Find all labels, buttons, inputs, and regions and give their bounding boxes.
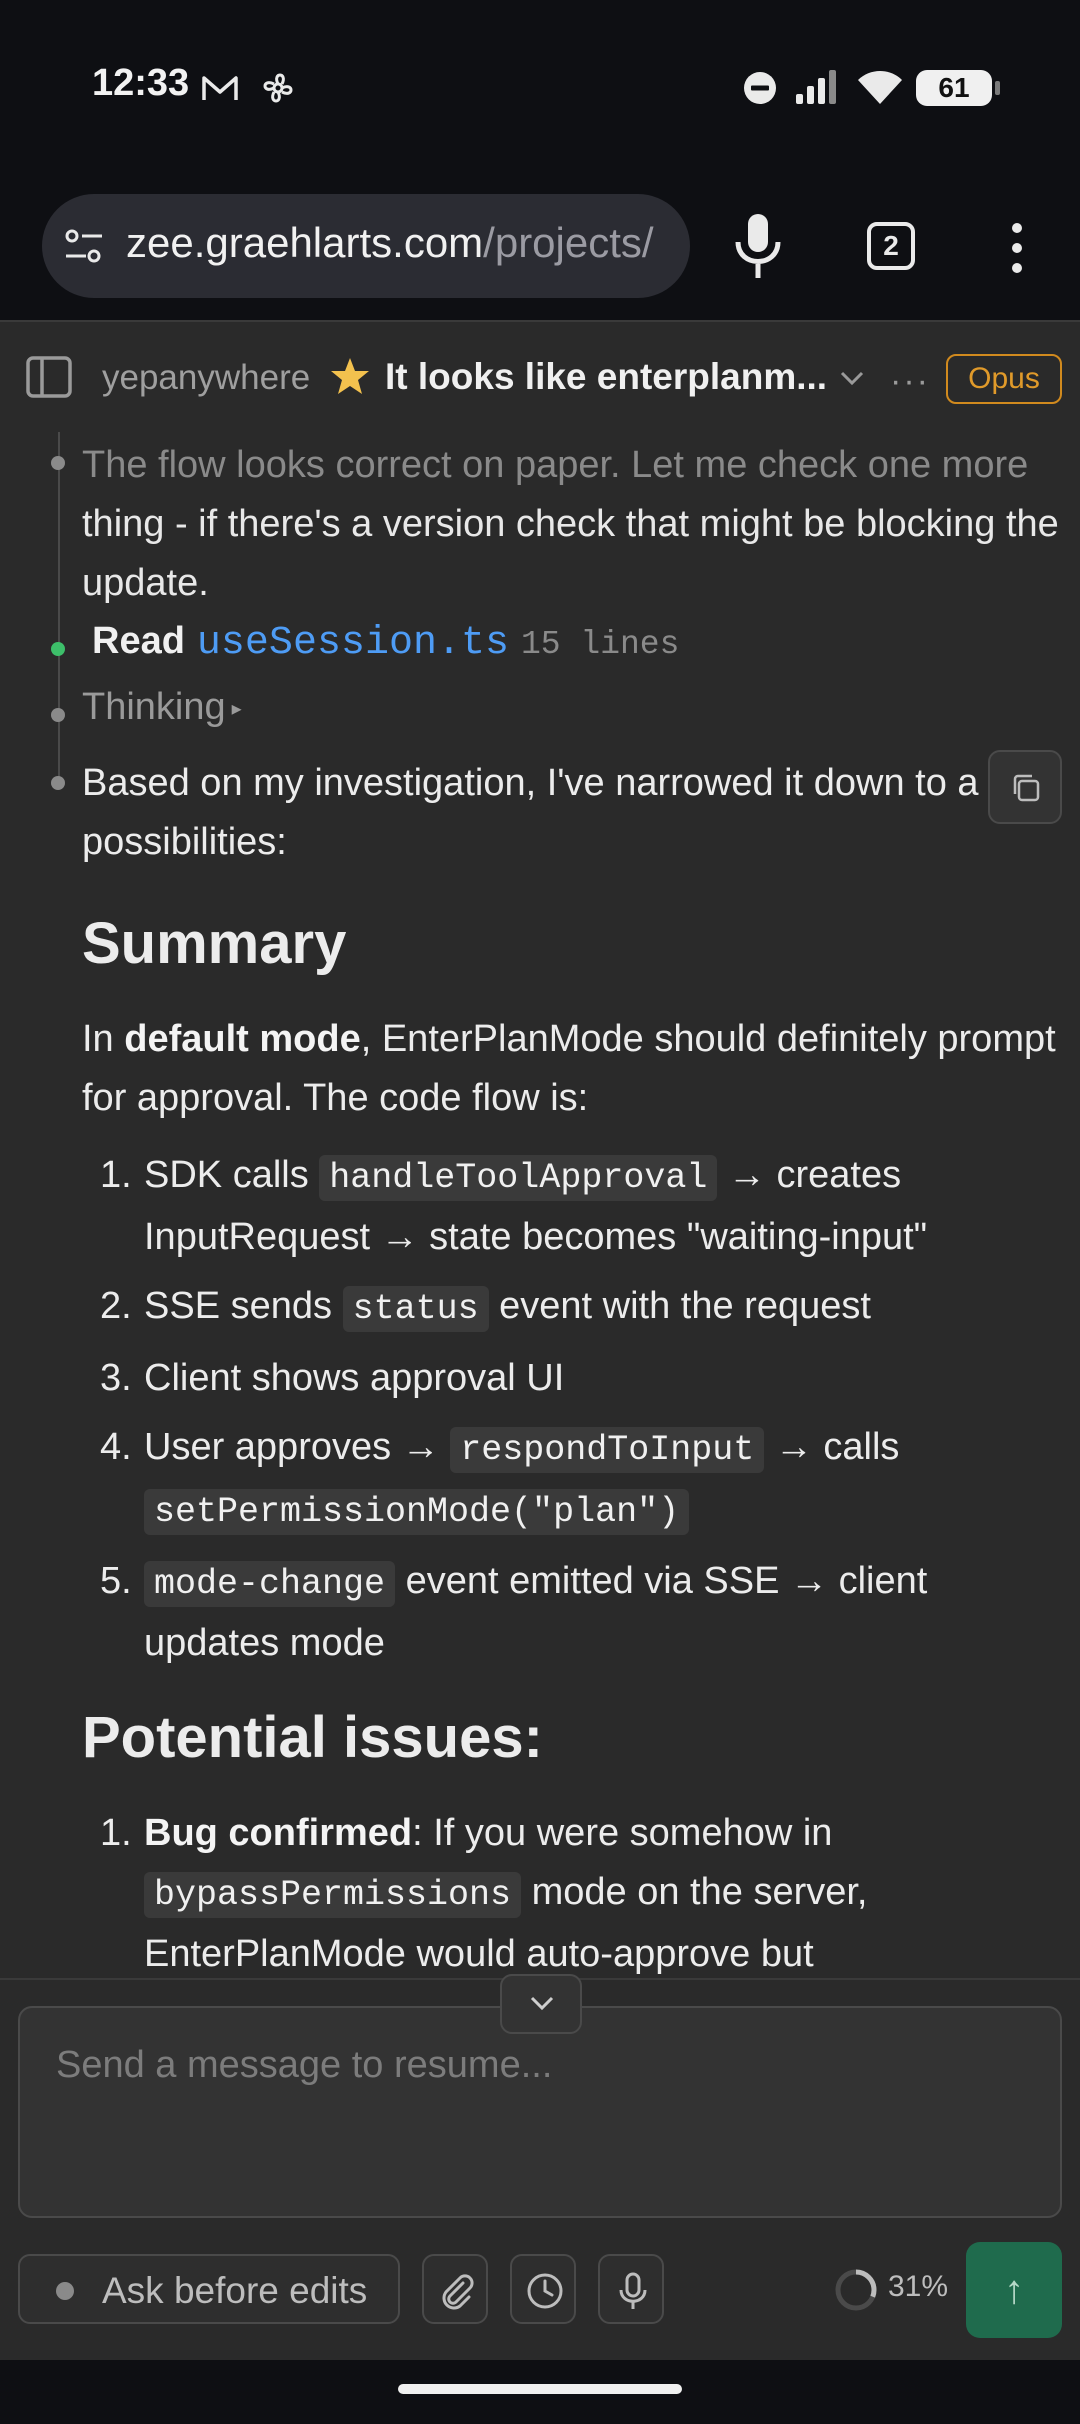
summary-text: In [82,1018,125,1060]
paperclip-icon [442,2274,474,2310]
context-usage-ring [835,2269,877,2311]
tool-call-read[interactable]: Read useSession.ts 15 lines [92,620,679,666]
item-text: → calls [764,1426,900,1468]
mode-label: Ask before edits [102,2270,368,2311]
list-number: 1. [100,1154,132,1196]
line-count: 15 lines [520,626,680,663]
timeline-dot [51,776,65,790]
voice-input-button[interactable] [598,2254,664,2324]
summary-emphasis: default mode [124,1018,361,1060]
pinwheel-icon [263,73,293,103]
list-number: 4. [100,1426,132,1468]
item-text: event with the request [488,1285,871,1327]
issues-list: 1. Bug confirmed: If you were somehow in … [100,1804,1060,1978]
list-item: 5. mode-change event emitted via SSE → cl… [100,1552,1060,1673]
star-icon[interactable] [330,356,370,396]
list-item: 4. User approves → respondToInput → calls… [100,1418,1060,1542]
project-name[interactable]: yepanywhere [102,358,310,398]
inline-code: bypassPermissions [144,1872,522,1918]
send-button[interactable]: ↑ [966,2242,1062,2338]
microphone-icon [619,2272,647,2309]
battery-icon: 61 [916,70,1000,106]
inline-code: setPermissionMode("plan") [144,1489,690,1535]
item-text: User approves → [144,1426,451,1468]
thinking-label: Thinking [82,686,226,728]
status-time: 12:33 [92,62,190,104]
model-badge[interactable]: Opus [946,354,1062,404]
session-header: yepanywhere It looks like enterplanm... … [0,320,1080,432]
list-number: 1. [100,1812,132,1854]
list-item: 1. Bug confirmed: If you were somehow in … [100,1804,1060,1978]
chevron-down-icon [530,1996,554,2011]
tab-switcher-button[interactable]: 2 [867,222,915,270]
permission-mode-button[interactable]: Ask before edits [18,2254,400,2324]
message-input[interactable] [18,2006,1062,2218]
timeline-dot-active [51,642,65,656]
summary-heading: Summary [82,911,347,976]
status-bar: 12:33 61 [0,0,1080,176]
scroll-to-bottom-button[interactable] [500,1974,582,2034]
list-item: 2. SSE sends status event with the reques… [100,1277,1060,1339]
list-number: 5. [100,1560,132,1602]
message-composer: Ask before edits 31% ↑ [0,1974,1080,2360]
copy-button[interactable] [988,750,1062,824]
home-gesture-bar[interactable] [398,2384,682,2394]
thinking-toggle[interactable]: Thinking ▸ [82,686,242,729]
message-line: thing - if there's a version check that … [82,503,1059,604]
timeline-rail [58,432,60,782]
history-button[interactable] [510,2254,576,2324]
clock-icon [527,2273,563,2309]
item-text: SDK calls [144,1154,320,1196]
url-host: zee.graehlarts.com [126,219,484,266]
message-line: The flow looks correct on paper. Let me … [82,444,1029,486]
browser-menu-icon[interactable] [1000,220,1034,276]
reply-intro: Based on my investigation, I've narrowed… [82,762,1049,863]
url-path: /projects/ [483,219,654,266]
mode-status-dot [56,2282,74,2300]
list-number: 2. [100,1285,132,1327]
context-usage-percent: 31% [888,2270,949,2303]
signal-icon [796,70,836,104]
address-bar[interactable]: zee.graehlarts.com/projects/ [42,194,690,298]
inline-code: handleToolApproval [319,1155,718,1201]
inline-code: status [342,1286,489,1332]
list-item: 3. Client shows approval UI [100,1349,1060,1408]
voice-search-icon[interactable] [730,210,786,282]
inline-code: mode-change [144,1561,396,1607]
expand-arrow-icon: ▸ [231,698,242,721]
list-item: 1. SDK calls handleToolApproval → creates… [100,1146,1060,1267]
tool-name: Read [92,620,185,662]
assistant-message: The flow looks correct on paper. Let me … [82,436,1072,613]
gmail-icon [202,76,238,100]
more-options-button[interactable]: ··· [890,362,930,401]
issue-emphasis: Bug confirmed [144,1812,413,1854]
inline-code: respondToInput [450,1427,765,1473]
url-text[interactable]: zee.graehlarts.com/projects/ [126,219,654,267]
do-not-disturb-icon [744,72,776,104]
site-settings-icon[interactable] [62,224,106,268]
wifi-icon [858,71,902,104]
issues-heading: Potential issues: [82,1705,543,1770]
system-nav-bar [0,2360,1080,2424]
item-text: SSE sends [144,1285,343,1327]
item-text: Client shows approval UI [144,1357,565,1399]
list-number: 3. [100,1357,132,1399]
item-text: : If you were somehow in [412,1812,833,1854]
chevron-down-icon[interactable] [838,366,866,390]
session-title[interactable]: It looks like enterplanm... [385,356,827,398]
timeline-dot [51,708,65,722]
attach-button[interactable] [422,2254,488,2324]
sidebar-toggle-icon[interactable] [26,356,72,398]
chat-transcript: The flow looks correct on paper. Let me … [0,432,1080,1978]
browser-toolbar: zee.graehlarts.com/projects/ 2 [0,176,1080,320]
code-flow-list: 1. SDK calls handleToolApproval → creates… [100,1146,1060,1683]
copy-icon [1013,774,1040,802]
file-link[interactable]: useSession.ts [197,621,509,666]
summary-paragraph: In default mode, EnterPlanMode should de… [82,1010,1072,1128]
timeline-dot [51,456,65,470]
